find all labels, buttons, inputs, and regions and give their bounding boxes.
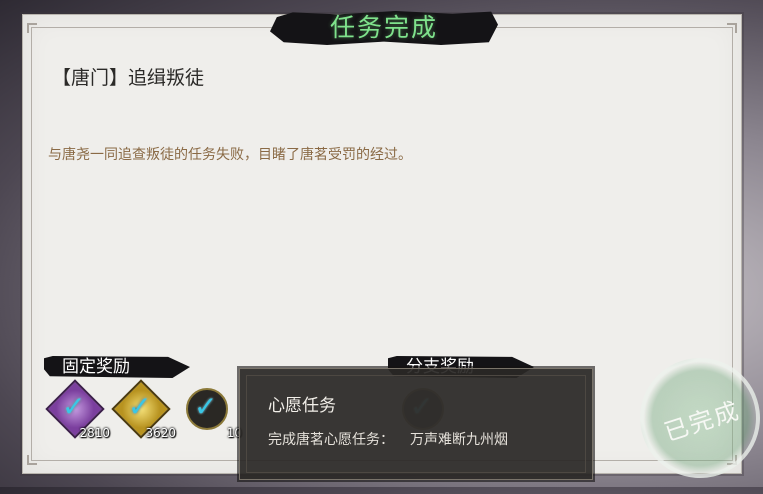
corner-ornament <box>727 23 737 33</box>
reward-count: 3620 <box>145 426 176 440</box>
stamp-text: 已完成 <box>660 396 744 447</box>
tooltip-body: 完成唐茗心愿任务： 万声难断九州烟 <box>268 429 508 449</box>
fixed-rewards-header: 固定奖励 <box>44 356 190 378</box>
check-icon: ✓ <box>62 390 86 423</box>
corner-ornament <box>27 455 37 465</box>
corner-ornament <box>27 23 37 33</box>
reward-item-character-token[interactable]: ✓ 10 <box>180 382 242 440</box>
tooltip-inner-border <box>246 375 586 473</box>
tooltip-title: 心愿任务 <box>268 396 336 416</box>
wish-quest-tooltip: 心愿任务 完成唐茗心愿任务： 万声难断九州烟 <box>239 368 593 480</box>
reward-count: 2810 <box>79 426 110 440</box>
quest-name: 【唐门】追缉叛徒 <box>52 67 205 89</box>
reward-item-gold-coin[interactable]: ✓ 3620 <box>111 379 176 440</box>
tooltip-body-value: 万声难断九州烟 <box>410 432 508 448</box>
reward-item-purple-gem[interactable]: ✓ 2810 <box>45 379 110 440</box>
quest-description: 与唐尧一同追查叛徒的任务失败，目睹了唐茗受罚的经过。 <box>48 147 412 163</box>
check-icon: ✓ <box>128 390 152 423</box>
dialog-title: 任务完成 <box>329 13 438 42</box>
tooltip-body-label: 完成唐茗心愿任务： <box>268 432 394 448</box>
check-icon: ✓ <box>194 390 218 423</box>
